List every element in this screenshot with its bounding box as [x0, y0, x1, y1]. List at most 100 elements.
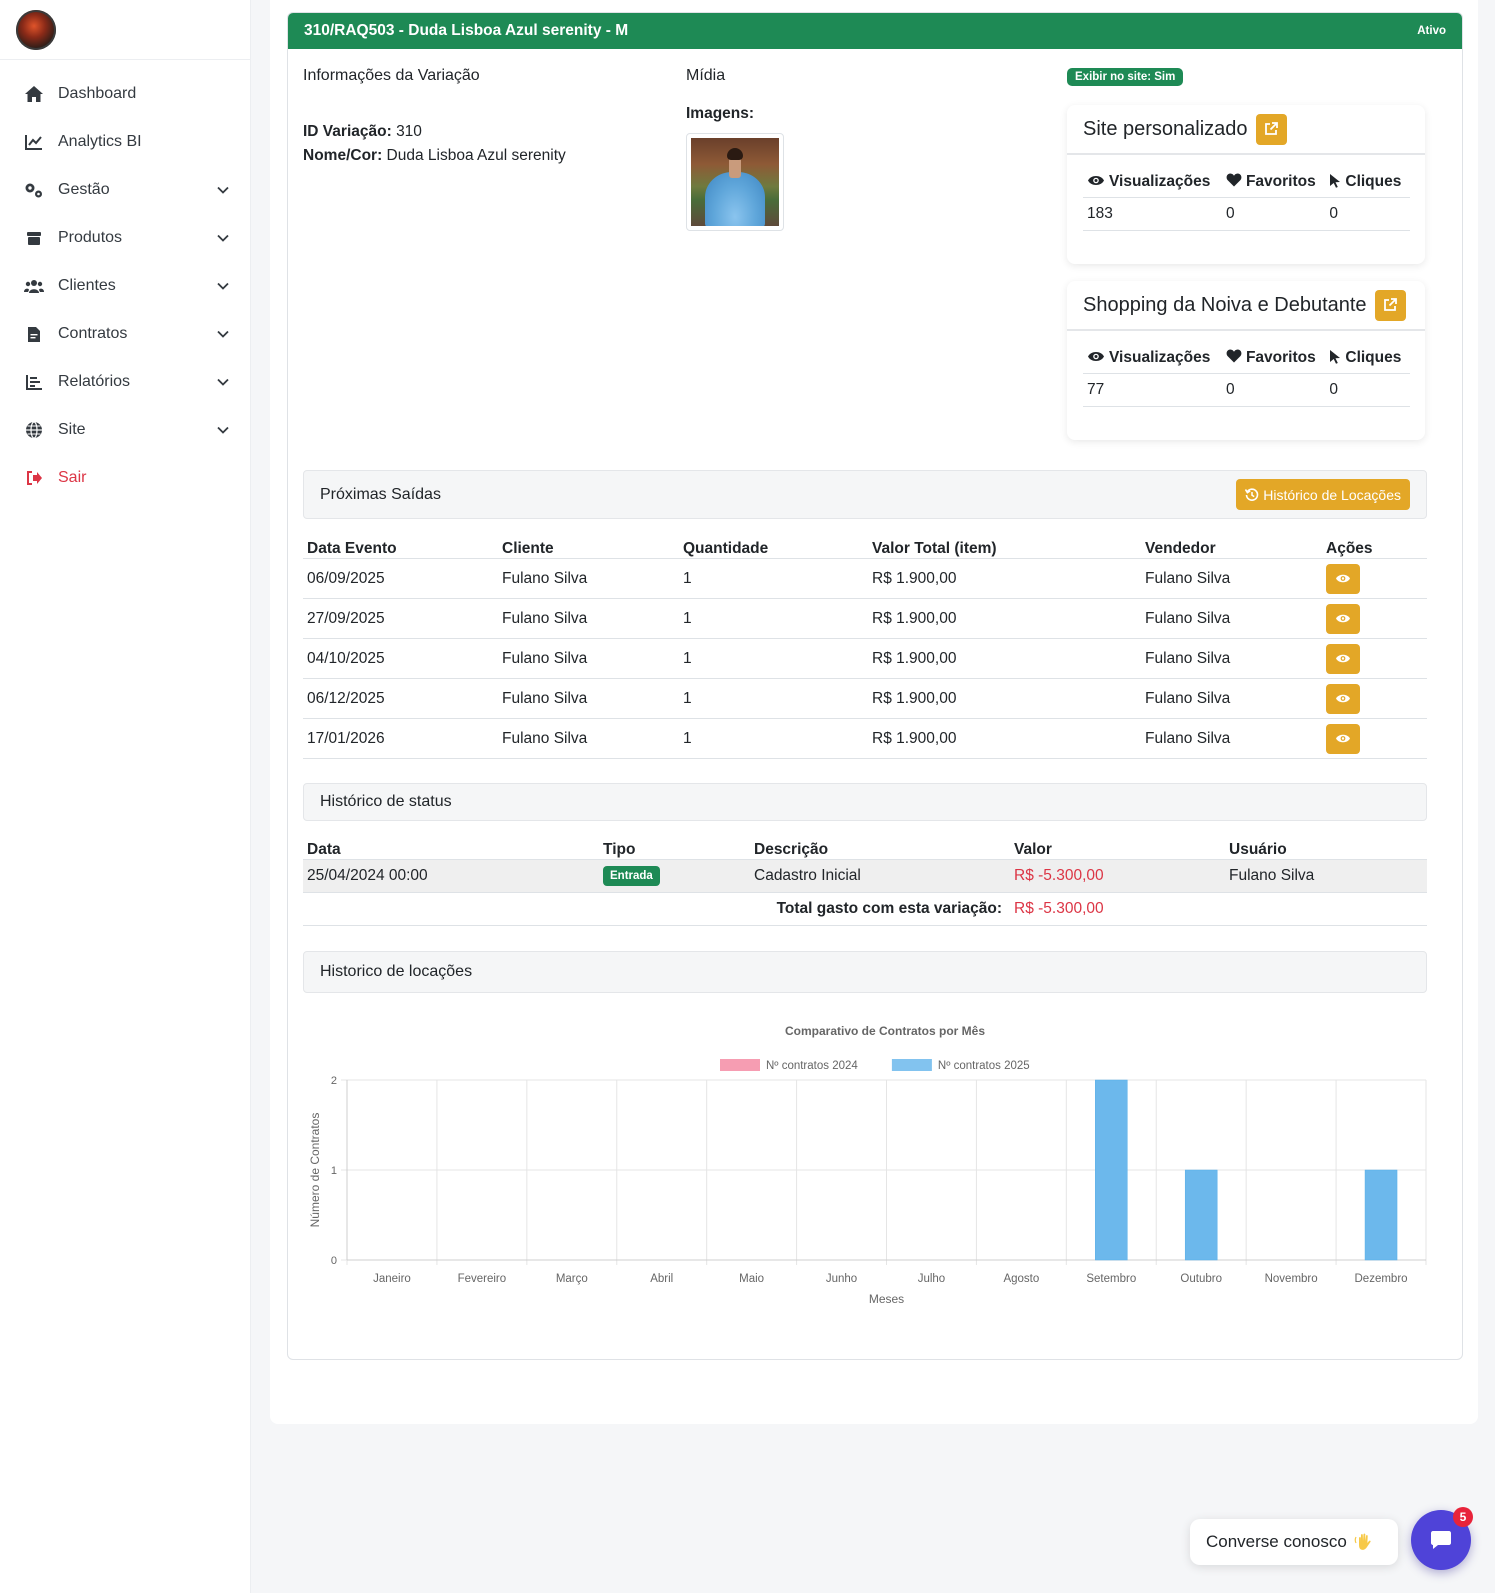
external-link-button[interactable]	[1374, 289, 1406, 321]
x-tick-label-9: Outubro	[1180, 1273, 1222, 1285]
pointer-icon	[1330, 174, 1341, 188]
table-row: 17/01/2026 Fulano Silva 1 R$ 1.900,00 Fu…	[303, 718, 1427, 759]
y-tick-label-0: 0	[331, 1255, 337, 1267]
cell-cliente: Fulano Silva	[498, 558, 679, 599]
cell-vendedor: Fulano Silva	[1141, 598, 1322, 639]
contracts-bar-chart: Comparativo de Contratos por Mês Nº contr…	[308, 1024, 1427, 1306]
cell-data-evento: 17/01/2026	[303, 718, 498, 759]
stats-site-personalizado: Site personalizado Visualizações Favorit…	[1067, 105, 1425, 264]
historico-locacoes-header: Historico de locações	[303, 951, 1427, 993]
name-value: Duda Lisboa Azul serenity	[386, 147, 566, 164]
sidebar-item-clientes[interactable]: Clientes	[0, 262, 250, 310]
id-value: 310	[396, 123, 422, 140]
id-label: ID Variação:	[303, 123, 392, 140]
sidebar-item-relatorios[interactable]: Relatórios	[0, 358, 250, 406]
clicks-header: Cliques	[1325, 165, 1410, 198]
historico-status-table: Data Tipo Descrição Valor Usuário 25/04/…	[303, 828, 1427, 926]
globe-icon	[24, 420, 44, 440]
cell-valor: R$ 1.900,00	[868, 638, 1141, 679]
view-button[interactable]	[1326, 603, 1360, 634]
sidebar-item-sair[interactable]: Sair	[0, 454, 250, 502]
stats-header: Site personalizado	[1067, 105, 1425, 155]
sidebar-item-produtos[interactable]: Produtos	[0, 214, 250, 262]
clicks-value: 0	[1325, 197, 1410, 231]
cell-vendedor: Fulano Silva	[1141, 678, 1322, 719]
cell-quantidade: 1	[679, 638, 868, 679]
col-quantidade: Quantidade	[679, 527, 868, 559]
view-button[interactable]	[1326, 683, 1360, 714]
historico-status-title: Histórico de status	[320, 793, 452, 810]
stats-header: Shopping da Noiva e Debutante	[1067, 281, 1425, 331]
x-tick-label-3: Abril	[650, 1273, 673, 1285]
cell-data-evento: 27/09/2025	[303, 598, 498, 639]
chat-prompt[interactable]: Converse conosco	[1190, 1519, 1398, 1565]
proximas-saidas-header: Próximas Saídas Histórico de Locações	[303, 470, 1427, 519]
legend-swatch-0	[720, 1059, 760, 1071]
clicks-header: Cliques	[1325, 341, 1410, 374]
total-value: R$ -5.300,00	[1010, 892, 1427, 926]
sidebar-item-label: Dashboard	[58, 85, 137, 102]
bar-1-9	[1184, 1169, 1218, 1261]
x-tick-label-2: Março	[556, 1273, 588, 1285]
col-valor-total: Valor Total (item)	[868, 527, 1141, 559]
x-tick-label-0: Janeiro	[373, 1273, 411, 1285]
eye-icon	[1088, 176, 1104, 185]
variation-card: 310/RAQ503 - Duda Lisboa Azul serenity -…	[287, 12, 1463, 1360]
main-content: 310/RAQ503 - Duda Lisboa Azul serenity -…	[270, 0, 1478, 1424]
cell-valor: R$ 1.900,00	[868, 718, 1141, 759]
sidebar-item-dashboard[interactable]: Dashboard	[0, 70, 250, 118]
proximas-saidas-table: Data Evento Cliente Quantidade Valor Tot…	[303, 527, 1427, 759]
chevron-down-icon	[217, 186, 229, 194]
sidebar-item-analytics-bi[interactable]: Analytics BI	[0, 118, 250, 166]
cell-valor: R$ -5.300,00	[1010, 859, 1225, 893]
col-tipo: Tipo	[599, 828, 750, 860]
proximas-saidas-title: Próximas Saídas	[320, 485, 441, 503]
sidebar-nav: Dashboard Analytics BI Gestão Produtos C…	[0, 60, 250, 502]
chat-bubble-icon	[1431, 1531, 1451, 1549]
heart-icon	[1226, 349, 1242, 363]
historico-locacoes-button[interactable]: Histórico de Locações	[1236, 479, 1410, 510]
logo-area	[0, 0, 250, 60]
chat-notification-badge: 5	[1453, 1507, 1473, 1527]
x-axis-label: Meses	[869, 1292, 904, 1306]
historico-status-header: Histórico de status	[303, 783, 1427, 821]
sidebar-item-label: Sair	[58, 469, 87, 486]
view-button[interactable]	[1326, 723, 1360, 754]
stats-shopping-noiva: Shopping da Noiva e Debutante Visualizaç…	[1067, 281, 1425, 440]
cell-cliente: Fulano Silva	[498, 718, 679, 759]
y-tick-label-2: 2	[331, 1075, 337, 1087]
x-tick-label-5: Junho	[826, 1273, 857, 1285]
chat-prompt-label: Converse conosco	[1206, 1532, 1347, 1551]
view-button[interactable]	[1326, 643, 1360, 674]
sidebar-item-site[interactable]: Site	[0, 406, 250, 454]
contracts-chart: Comparativo de Contratos por Mês Nº contr…	[303, 1023, 1427, 1313]
favorites-value: 0	[1221, 373, 1326, 407]
x-tick-label-4: Maio	[739, 1273, 764, 1285]
sidebar-item-gestao[interactable]: Gestão	[0, 166, 250, 214]
view-button[interactable]	[1326, 563, 1360, 594]
x-tick-label-1: Fevereiro	[458, 1273, 507, 1285]
cell-cliente: Fulano Silva	[498, 638, 679, 679]
x-tick-label-7: Agosto	[1003, 1273, 1039, 1285]
chart-title: Comparativo de Contratos por Mês	[785, 1024, 985, 1038]
sidebar-item-label: Contratos	[58, 325, 128, 342]
media-section-title: Mídia	[686, 67, 726, 84]
col-usuario: Usuário	[1225, 828, 1427, 860]
product-image-thumbnail[interactable]	[686, 133, 784, 231]
name-label: Nome/Cor:	[303, 147, 383, 164]
total-row: Total gasto com esta variação: R$ -5.300…	[303, 892, 1427, 926]
stats-table: Visualizações Favoritos Cliques 183 0 0	[1083, 165, 1410, 231]
cell-valor: R$ 1.900,00	[868, 558, 1141, 599]
stats-title: Shopping da Noiva e Debutante	[1083, 293, 1367, 316]
sidebar-item-label: Site	[58, 421, 86, 438]
x-tick-label-8: Setembro	[1086, 1273, 1136, 1285]
col-acoes: Ações	[1322, 527, 1427, 559]
cell-data-evento: 06/12/2025	[303, 678, 498, 719]
eye-icon	[1336, 614, 1350, 623]
sidebar-item-contratos[interactable]: Contratos	[0, 310, 250, 358]
company-logo[interactable]	[16, 10, 56, 50]
table-row: 06/09/2025 Fulano Silva 1 R$ 1.900,00 Fu…	[303, 558, 1427, 599]
y-tick-label-1: 1	[331, 1165, 337, 1177]
external-link-button[interactable]	[1255, 113, 1287, 145]
col-cliente: Cliente	[498, 527, 679, 559]
